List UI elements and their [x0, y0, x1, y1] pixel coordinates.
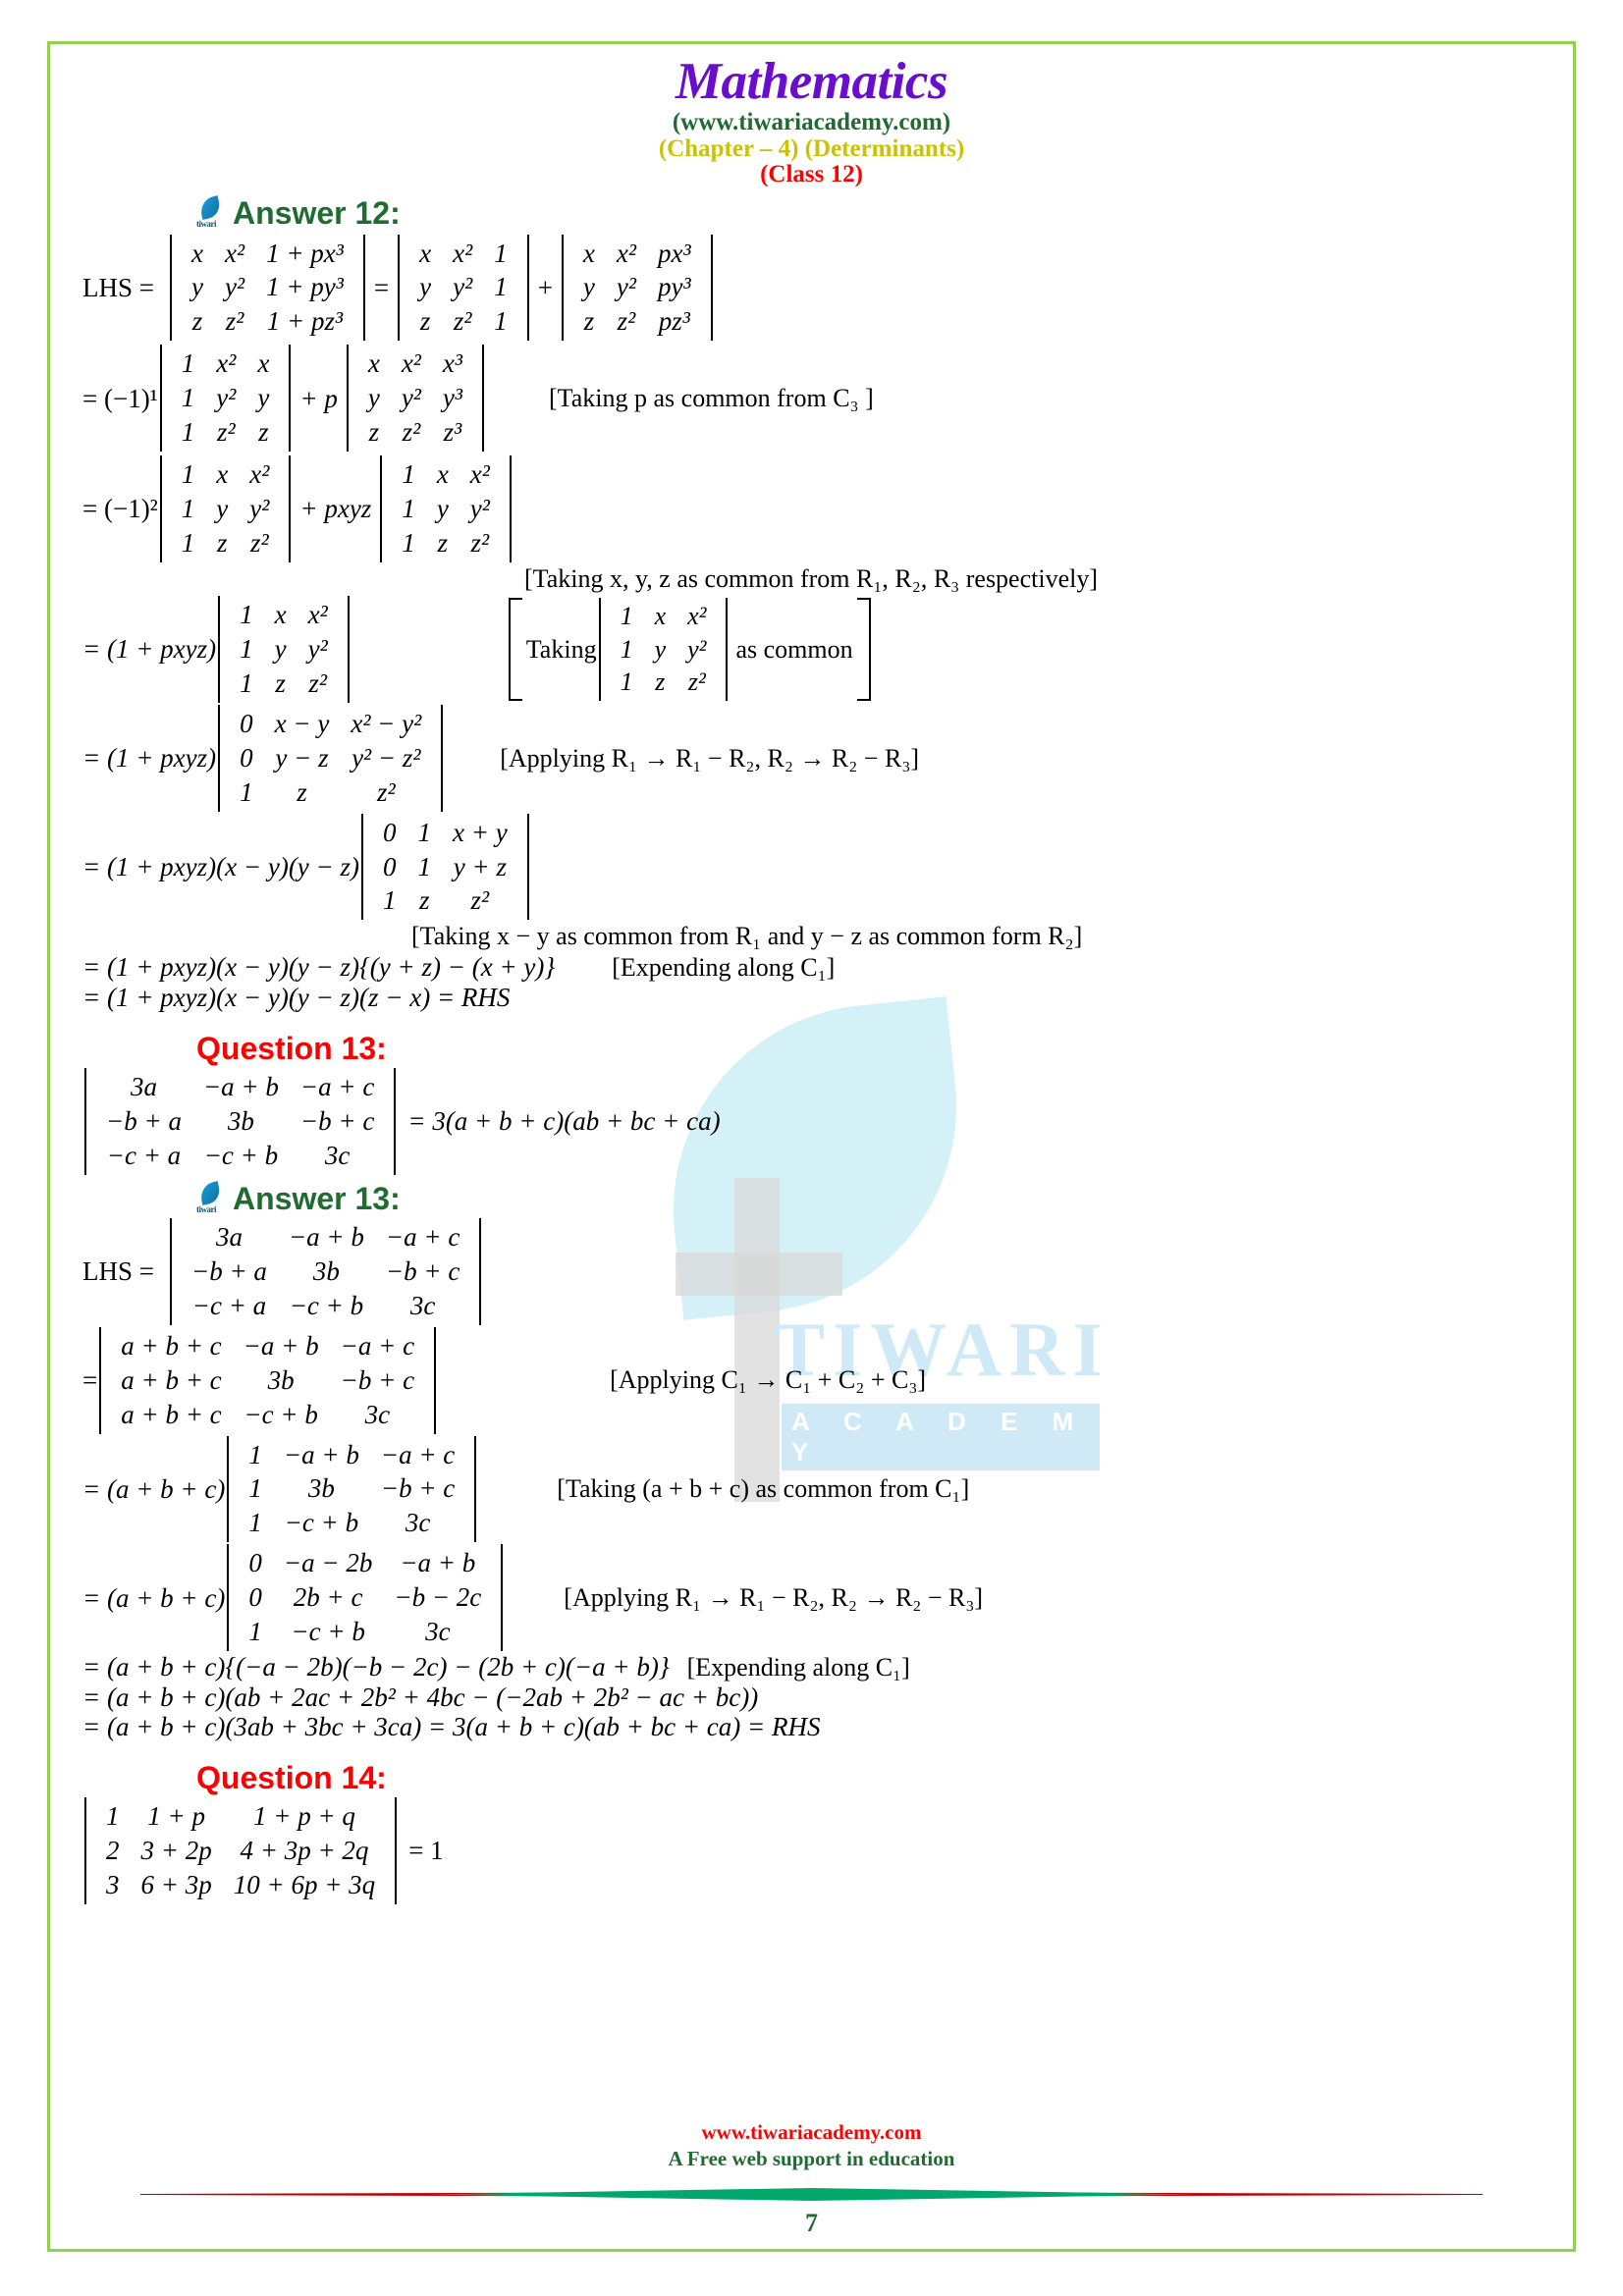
a12-line-2: = (−1)¹ 1 x² x 1 y² y 1 z² z + p x x² x³ y y² y³ z… [82, 345, 1541, 453]
a12-det-6: 1 x x² 1 y y² 1 z z² [159, 455, 292, 562]
a12-note-4-close: as common [735, 634, 853, 664]
a12-prefix-2: = (−1)¹ [82, 383, 158, 413]
a12-det-8: 1 x x² 1 y y² 1 z z² [218, 595, 350, 703]
tiwari-leaf-icon: tiwari [196, 194, 226, 229]
a12-det-2: x x² 1 y y² 1 z z² 1 [398, 234, 529, 342]
a12-det-10: 0x − y x² − y² 0y − z y² − z² 1 z z² [218, 704, 444, 812]
footer-tagline: A Free web support in education [668, 2147, 955, 2170]
header-chapter: (Chapter – 4) (Determinants) [658, 134, 965, 162]
a12-det-9: 1 x x² 1 y y² 1 z z² [598, 597, 729, 701]
footer-divider [47, 2183, 1576, 2205]
a12-prefix-4: = (1 + pxyz) [82, 634, 217, 665]
a12-det-3: x x² px³ y y² py³ z z² pz³ [561, 234, 713, 342]
tiwari-leaf-icon: tiwari [196, 1181, 226, 1214]
a12-prefix-5: = (1 + pxyz) [82, 743, 217, 774]
answer-13-heading-row: tiwari Answer 13: [196, 1180, 1541, 1216]
a12-note-7: [Expending along C₁] [612, 952, 836, 982]
document-body: tiwari Answer 12: LHS = x x² 1 + px³ y y² 1 … [82, 194, 1541, 1905]
a12-note-4-bracket: Taking 1 x x² 1 y y² 1 z z² as common [508, 597, 871, 701]
a13-prefix-3: = (a + b + c) [82, 1473, 226, 1504]
a13-det-3: 1 −a + b −a + c 1 3b −b + c 1 −c + b 3c [227, 1435, 477, 1543]
a13-line-7-expr: = (a + b + c)(3ab + 3bc + 3ca) = 3(a + b… [82, 1711, 821, 1741]
a12-note-3: [Taking x, y, z as common from R₁, R₂, R… [524, 563, 1099, 593]
answer-12-heading-row: tiwari Answer 12: [196, 194, 1541, 231]
a12-line-4: = (1 + pxyz) 1xx² 1yy² 1zz² Taking [82, 595, 1541, 703]
a13-lhs-label: LHS = [82, 1256, 154, 1287]
a12-prefix-3: = (−1)² [82, 494, 158, 524]
a13-prefix-2: = [82, 1364, 98, 1395]
a12-note-6: [Taking x − y as common from R₁ and y − … [411, 922, 1083, 951]
a13-note-3: [Taking (a + b + c) as common from C₁] [557, 1474, 970, 1504]
page-number: 7 [805, 2209, 818, 2237]
a12-det-5: x x² x³ y y² y³ z z² z³ [346, 345, 485, 453]
a13-det-1: 3a −a + b −a + c −b + a 3b −b + c −c + a −c +… [169, 1217, 482, 1325]
a13-line-7: = (a + b + c)(3ab + 3bc + 3ca) = 3(a + b… [82, 1711, 1541, 1741]
a13-line-6-expr: = (a + b + c)(ab + 2ac + 2b² + 4bc − (−2… [82, 1682, 759, 1712]
a13-det-4: 0 −a − 2b −a + b 0 2b + c −b − 2c 1 −c + b 3c [227, 1544, 504, 1652]
q13-expression: 3a −a + b −a + c −b + a 3b −b + c −c + a −c +… [82, 1068, 1541, 1175]
a13-line-5-expr: = (a + b + c){(−a − 2b)(−b − 2c) − (2b +… [82, 1652, 670, 1682]
a13-line-5: = (a + b + c){(−a − 2b)(−b − 2c) − (2b +… [82, 1652, 1541, 1682]
a12-line-8-expr: = (1 + pxyz)(x − y)(y − z)(z − x) = RHS [82, 982, 511, 1012]
a13-line-4: = (a + b + c) 0 −a − 2b −a + b 0 2b + c −b −… [82, 1544, 1541, 1652]
q14-expression: 11 + p1 + p + q 23 + 2p 4 + 3p + 2q 36 + … [82, 1797, 1541, 1905]
a12-det-4: 1 x² x 1 y² y 1 z² z [159, 345, 292, 453]
a12-prefix-6: = (1 + pxyz)(x − y)(y − z) [82, 851, 360, 881]
q13-det: 3a −a + b −a + c −b + a 3b −b + c −c + a −c +… [84, 1068, 397, 1175]
q14-rhs: = 1 [408, 1836, 444, 1866]
header-site: (www.tiwariacademy.com) [672, 109, 951, 136]
header-class: (Class 12) [760, 161, 863, 188]
a12-note-4-open: Taking [525, 634, 597, 664]
a12-line-5: = (1 + pxyz) 0x − y x² − y² 0y − z y² − z²… [82, 704, 1541, 812]
a12-lhs-label: LHS = [82, 272, 154, 302]
a12-note-5: [Applying R₁ → R₁ − R₂, R₂ → R₂ − R₃] [500, 743, 920, 773]
a12-det-7: 1 x x² 1 y y² 1 z z² [380, 455, 512, 562]
a12-line-8: = (1 + pxyz)(x − y)(y − z)(z − x) = RHS [82, 982, 1541, 1012]
page-footer: www.tiwariacademy.com A Free web support… [47, 2120, 1576, 2238]
a13-line-1: LHS = 3a −a + b −a + c −b + a 3b −b + c −c +… [82, 1217, 1541, 1325]
a13-prefix-4: = (a + b + c) [82, 1582, 226, 1613]
answer-13-heading: Answer 13: [233, 1180, 401, 1216]
a12-line-1: LHS = x x² 1 + px³ y y² 1 + py³ z z² 1 + pz³ =… [82, 234, 1541, 342]
a12-line-3: = (−1)² 1 x x² 1 y y² 1 z z² + pxyz 1 x x² 1 y y² … [82, 455, 1541, 562]
a13-note-4: [Applying R₁ → R₁ − R₂, R₂ → R₂ − R₃] [564, 1583, 984, 1613]
q14-det: 11 + p1 + p + q 23 + 2p 4 + 3p + 2q 36 + … [84, 1797, 398, 1905]
footer-url[interactable]: www.tiwariacademy.com [47, 2120, 1576, 2145]
a13-note-2: [Applying C₁ → C₁ + C₂ + C₃] [610, 1365, 927, 1395]
a12-line-6: = (1 + pxyz)(x − y)(y − z) 01x + y 01y +… [82, 813, 1541, 921]
a12-note-2: [Taking p as common from C₃ ] [549, 384, 874, 413]
a12-line-7-expr: = (1 + pxyz)(x − y)(y − z){(y + z) − (x … [82, 952, 556, 983]
a13-det-2: a + b + c −a + b −a + c a + b + c 3b −b + c … [99, 1326, 437, 1434]
q13-rhs: = 3(a + b + c)(ab + bc + ca) [407, 1106, 721, 1137]
a12-mid-2: + p [299, 383, 338, 413]
page-header: Mathematics (www.tiwariacademy.com) (Cha… [82, 55, 1541, 187]
answer-12-heading: Answer 12: [233, 194, 401, 231]
page-title: Mathematics [675, 53, 948, 110]
a12-plus-1: + [537, 272, 553, 302]
a12-mid-3: + pxyz [299, 494, 372, 524]
a13-line-3: = (a + b + c) 1 −a + b −a + c 1 3b −b + c 1−… [82, 1435, 1541, 1543]
question-14-heading: Question 14: [196, 1760, 387, 1796]
a12-eq-1: = [373, 272, 390, 302]
a13-line-6: = (a + b + c)(ab + 2ac + 2b² + 4bc − (−2… [82, 1682, 1541, 1712]
a12-det-1: x x² 1 + px³ y y² 1 + py³ z z² 1 + pz³ [169, 234, 365, 342]
a12-line-7: = (1 + pxyz)(x − y)(y − z){(y + z) − (x … [82, 952, 1541, 983]
a12-det-11: 01x + y 01y + z 1 z z² [361, 813, 529, 921]
question-13-heading: Question 13: [196, 1031, 387, 1067]
a13-note-5: [Expending along C₁] [686, 1652, 910, 1682]
a13-line-2: = a + b + c −a + b −a + c a + b + c 3b −b + … [82, 1326, 1541, 1434]
